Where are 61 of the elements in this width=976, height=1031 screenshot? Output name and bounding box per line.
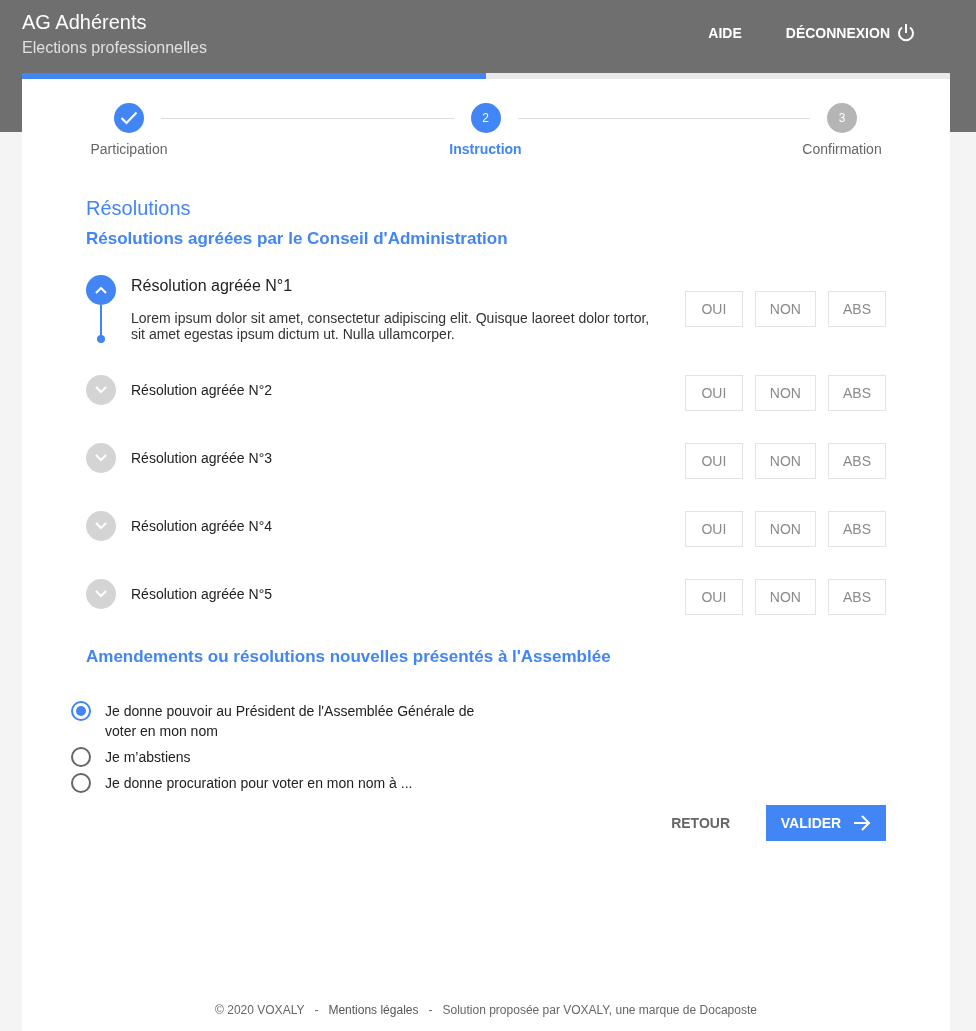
expand-toggle[interactable] bbox=[86, 443, 116, 473]
vote-button[interactable]: NON bbox=[754, 579, 816, 615]
timeline-line bbox=[100, 305, 102, 337]
vote-button[interactable]: OUI bbox=[684, 443, 743, 479]
logout-link[interactable]: DÉCONNEXION bbox=[785, 23, 916, 43]
legal-link[interactable]: Mentions légales bbox=[328, 1003, 419, 1017]
chevron-up-icon bbox=[95, 286, 107, 294]
help-link[interactable]: AIDE bbox=[708, 25, 742, 41]
app-title: AG Adhérents bbox=[22, 10, 148, 35]
section-subtitle: Amendements ou résolutions nouvelles présentés à l'Assemblée bbox=[86, 647, 612, 667]
vote-button[interactable]: OUI bbox=[684, 375, 743, 411]
step-circle: 3 bbox=[827, 103, 857, 133]
radio-label: Je donne procuration pour voter en mon nom à ... bbox=[105, 774, 413, 793]
step-label: Confirmation bbox=[802, 141, 882, 157]
step-label: Participation bbox=[90, 141, 168, 157]
submit-button[interactable]: VALIDER bbox=[766, 805, 886, 841]
radio-label: Je m’abstiens bbox=[105, 748, 191, 767]
vote-button[interactable]: ABS bbox=[828, 511, 886, 547]
vote-button[interactable]: NON bbox=[754, 291, 816, 327]
radio-button[interactable] bbox=[71, 747, 91, 767]
footer-text: © 2020 VOXALY bbox=[215, 1003, 305, 1017]
resolution-title: Résolution agréée N°3 bbox=[131, 449, 274, 468]
chevron-down-icon bbox=[95, 590, 107, 598]
app-subtitle: Elections professionnelles bbox=[22, 39, 207, 57]
arrow-right-icon bbox=[853, 815, 872, 831]
vote-button[interactable]: ABS bbox=[828, 375, 886, 411]
separator: - bbox=[314, 1003, 319, 1017]
vote-button[interactable]: OUI bbox=[684, 579, 743, 615]
radio-button[interactable] bbox=[71, 701, 91, 721]
footer-text: Solution proposée par VOXALY, une marque de Docaposte bbox=[442, 1003, 757, 1017]
expand-toggle[interactable] bbox=[86, 375, 116, 405]
resolution-title: Résolution agréée N°2 bbox=[131, 381, 274, 400]
power-icon bbox=[896, 23, 916, 43]
check-icon bbox=[120, 111, 138, 125]
resolution-title: Résolution agréée N°5 bbox=[131, 585, 274, 604]
chevron-down-icon bbox=[95, 386, 107, 394]
expand-toggle[interactable] bbox=[86, 511, 116, 541]
section-title: Résolutions bbox=[86, 197, 192, 220]
vote-button[interactable]: OUI bbox=[684, 291, 743, 327]
radio-label: Je donne pouvoir au Président de l'Assemblée Générale de voter en mon nom bbox=[105, 702, 476, 741]
vote-button[interactable]: NON bbox=[754, 375, 816, 411]
step-label: Instruction bbox=[449, 141, 522, 157]
chevron-down-icon bbox=[95, 454, 107, 462]
timeline-dot bbox=[97, 335, 105, 343]
vote-button[interactable]: ABS bbox=[828, 443, 886, 479]
back-button[interactable]: RETOUR bbox=[671, 807, 730, 839]
vote-button[interactable]: NON bbox=[754, 511, 816, 547]
radio-button[interactable] bbox=[71, 773, 91, 793]
section-subtitle: Résolutions agréées par le Conseil d'Administration bbox=[86, 229, 509, 249]
resolution-title: Résolution agréée N°4 bbox=[131, 517, 274, 536]
vote-button[interactable]: ABS bbox=[828, 579, 886, 615]
expand-toggle[interactable] bbox=[86, 275, 116, 305]
expand-toggle[interactable] bbox=[86, 579, 116, 609]
resolution-title: Résolution agréée N°1 bbox=[131, 276, 294, 296]
vote-button[interactable]: ABS bbox=[828, 291, 886, 327]
vote-button[interactable]: OUI bbox=[684, 511, 743, 547]
step-circle: 2 bbox=[470, 103, 501, 133]
resolution-description: Lorem ipsum dolor sit amet, consectetur adipiscing elit. Quisque laoreet dolor tortor, sit amet egestas ipsum dictum ut. Nulla ullamcorper. bbox=[131, 310, 651, 342]
separator: - bbox=[428, 1003, 433, 1017]
vote-button[interactable]: NON bbox=[754, 443, 816, 479]
chevron-down-icon bbox=[95, 522, 107, 530]
